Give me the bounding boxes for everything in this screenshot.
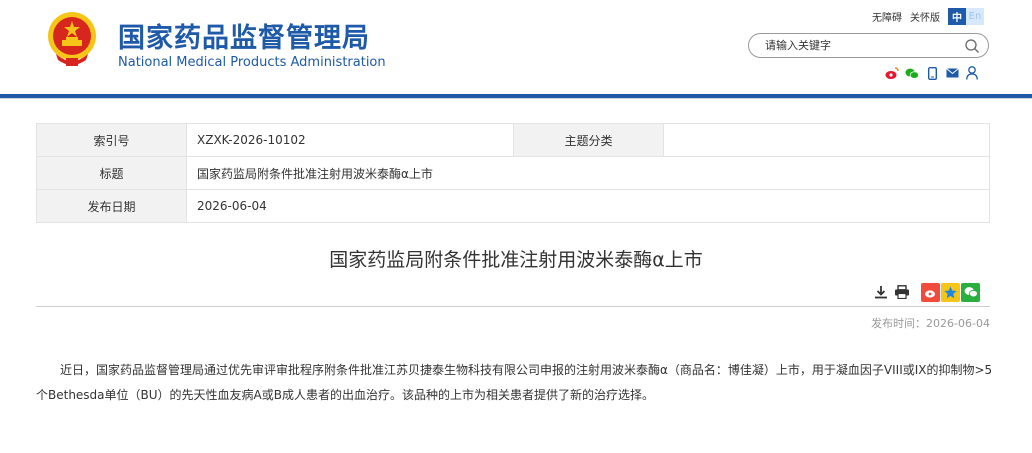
- user-icon[interactable]: [965, 66, 979, 80]
- article-body: 近日，国家药品监督管理局通过优先审评审批程序附条件批准江苏贝捷泰生物科技有限公司…: [36, 363, 993, 402]
- site-title-cn[interactable]: 国家药品监督管理局: [118, 16, 370, 55]
- article-title: 国家药监局附条件批准注射用波米泰酶α上市: [329, 249, 703, 271]
- weibo-share-icon[interactable]: [921, 282, 940, 302]
- wechat-icon[interactable]: [905, 66, 919, 80]
- index-label: 索引号: [36, 123, 187, 157]
- date-value: 2026-06-04: [186, 189, 990, 223]
- search-input[interactable]: [765, 39, 955, 52]
- care-mode-link[interactable]: 关怀版: [910, 9, 940, 24]
- accessibility-link[interactable]: 无障碍: [872, 9, 902, 24]
- lang-zh-button[interactable]: 中: [948, 7, 966, 25]
- lang-en-button[interactable]: En: [966, 7, 984, 25]
- table-row: 索引号 XZXK-2026-10102 主题分类: [36, 123, 990, 157]
- document-info-table: 索引号 XZXK-2026-10102 主题分类 标题 国家药监局附条件批准注射…: [36, 123, 990, 223]
- wechat-share-icon[interactable]: [961, 282, 980, 302]
- print-icon[interactable]: [893, 283, 911, 301]
- topic-label: 主题分类: [513, 123, 664, 157]
- site-header: 国家药品监督管理局 National Medical Products Admi…: [0, 0, 1032, 100]
- publish-time: 发布时间：2026-06-04: [871, 317, 990, 330]
- title-label: 标题: [36, 156, 187, 190]
- search-box: [748, 33, 989, 58]
- header-divider-shadow: [0, 98, 1032, 99]
- index-value: XZXK-2026-10102: [186, 123, 514, 157]
- qzone-share-icon[interactable]: [941, 282, 960, 302]
- article-tools: [872, 282, 981, 302]
- weibo-icon[interactable]: [885, 66, 899, 80]
- mail-icon[interactable]: [945, 66, 959, 80]
- site-title-en[interactable]: National Medical Products Administration: [118, 55, 386, 70]
- header-share-icons: [885, 65, 985, 81]
- topic-value: [663, 123, 990, 157]
- search-icon[interactable]: [964, 38, 980, 54]
- table-row: 发布日期 2026-06-04: [36, 189, 990, 223]
- top-links: 无障碍 关怀版 中 En: [872, 6, 984, 26]
- table-row: 标题 国家药监局附条件批准注射用波米泰酶α上市: [36, 156, 990, 190]
- mobile-icon[interactable]: [925, 66, 939, 80]
- language-switch: 中 En: [948, 7, 984, 25]
- title-value: 国家药监局附条件批准注射用波米泰酶α上市: [186, 156, 990, 190]
- national-emblem-icon: [48, 12, 96, 66]
- download-icon[interactable]: [872, 283, 890, 301]
- article-divider: [36, 306, 990, 307]
- date-label: 发布日期: [36, 189, 187, 223]
